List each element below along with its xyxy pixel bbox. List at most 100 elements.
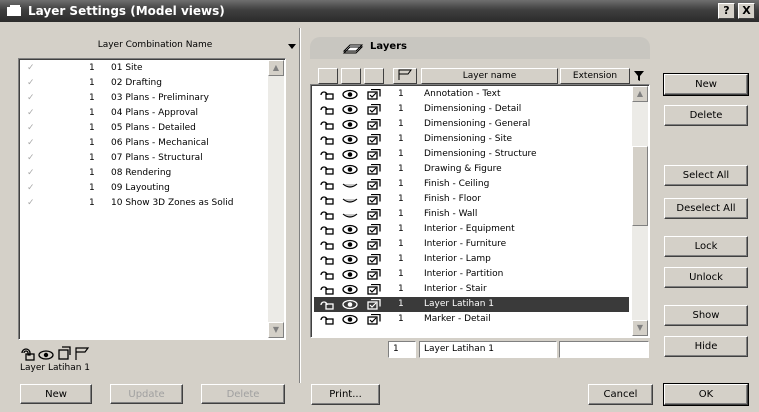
unlocked-icon[interactable] <box>320 224 336 235</box>
combination-row[interactable]: ✓ 1 10 Show 3D Zones as Solid <box>19 196 269 211</box>
layer-row[interactable]: 1 Interior - Stair <box>314 282 629 297</box>
combination-row[interactable]: ✓ 1 05 Plans - Detailed <box>19 121 269 136</box>
layer-row[interactable]: 1 Marker - Detail <box>314 312 629 327</box>
visible-eye-icon[interactable] <box>342 269 358 280</box>
solid-mode-icon[interactable] <box>366 314 382 325</box>
combination-row[interactable]: ✓ 1 07 Plans - Structural <box>19 151 269 166</box>
unlocked-icon[interactable] <box>320 164 336 175</box>
visible-eye-icon[interactable] <box>342 164 358 175</box>
layer-row[interactable]: 1 Annotation - Text <box>314 87 629 102</box>
layer-new-button[interactable]: New <box>663 73 749 96</box>
layer-row[interactable]: 1 Dimensioning - Site <box>314 132 629 147</box>
solid-mode-icon[interactable] <box>366 119 382 130</box>
layer-row[interactable]: 1 Finish - Floor <box>314 192 629 207</box>
visible-eye-icon[interactable] <box>342 224 358 235</box>
unlocked-icon[interactable] <box>320 299 336 310</box>
visible-eye-icon[interactable] <box>342 104 358 115</box>
unlocked-icon[interactable] <box>320 179 336 190</box>
extension-column-header[interactable]: Extension <box>560 68 630 84</box>
help-button[interactable]: ? <box>718 3 735 19</box>
visible-eye-icon[interactable] <box>342 134 358 145</box>
solid-mode-icon[interactable] <box>366 299 382 310</box>
visible-eye-icon[interactable] <box>342 149 358 160</box>
hidden-eye-icon[interactable] <box>342 194 358 205</box>
layer-row[interactable]: 1 Interior - Furniture <box>314 237 629 252</box>
combination-row[interactable]: ✓ 1 02 Drafting <box>19 76 269 91</box>
scroll-down-icon[interactable]: ▼ <box>268 322 284 338</box>
combination-row[interactable]: ✓ 1 08 Rendering <box>19 166 269 181</box>
solid-mode-icon[interactable] <box>366 104 382 115</box>
visible-eye-icon[interactable] <box>342 284 358 295</box>
layer-row[interactable]: 1 Dimensioning - General <box>314 117 629 132</box>
visibility-column-header[interactable] <box>341 68 361 84</box>
visible-eye-icon[interactable] <box>342 119 358 130</box>
scroll-down-icon[interactable]: ▼ <box>632 320 648 336</box>
edit-extension-field[interactable] <box>559 341 649 358</box>
layer-row[interactable]: 1 Drawing & Figure <box>314 162 629 177</box>
scroll-up-icon[interactable]: ▲ <box>632 86 648 102</box>
combination-row[interactable]: ✓ 1 06 Plans - Mechanical <box>19 136 269 151</box>
cancel-button[interactable]: Cancel <box>588 384 653 405</box>
solid-mode-icon[interactable] <box>366 194 382 205</box>
solid-mode-icon[interactable] <box>366 164 382 175</box>
visible-eye-icon[interactable] <box>342 299 358 310</box>
unlocked-icon[interactable] <box>320 119 336 130</box>
solid-mode-icon[interactable] <box>366 239 382 250</box>
unlocked-icon[interactable] <box>320 254 336 265</box>
scroll-up-icon[interactable]: ▲ <box>268 60 284 76</box>
show-button[interactable]: Show <box>664 305 748 326</box>
lock-column-header[interactable] <box>318 68 338 84</box>
edit-pen-field[interactable]: 1 <box>388 341 416 358</box>
layers-tab[interactable]: Layers <box>310 37 650 59</box>
combination-row[interactable]: ✓ 1 01 Site <box>19 61 269 76</box>
visible-eye-icon[interactable] <box>342 314 358 325</box>
select-all-button[interactable]: Select All <box>664 165 748 186</box>
layer-row[interactable]: 1 Finish - Wall <box>314 207 629 222</box>
visible-eye-icon[interactable] <box>342 239 358 250</box>
deselect-all-button[interactable]: Deselect All <box>664 198 748 219</box>
unlocked-icon[interactable] <box>320 284 336 295</box>
unlocked-icon[interactable] <box>320 149 336 160</box>
layer-row[interactable]: 1 Interior - Lamp <box>314 252 629 267</box>
layer-row[interactable]: 1 Interior - Partition <box>314 267 629 282</box>
unlocked-icon[interactable] <box>320 89 336 100</box>
layers-list[interactable]: ▲ ▼ 1 Annotation - Text 1 Dimensioning - De… <box>310 84 650 338</box>
close-button[interactable]: X <box>738 3 755 19</box>
unlocked-icon[interactable] <box>320 314 336 325</box>
edit-layer-name-field[interactable]: Layer Latihan 1 <box>419 341 557 358</box>
solid-mode-icon[interactable] <box>366 254 382 265</box>
layer-name-column-header[interactable]: Layer name <box>421 68 558 84</box>
unlocked-icon[interactable] <box>320 134 336 145</box>
ok-button[interactable]: OK <box>663 383 749 406</box>
combination-new-button[interactable]: New <box>20 384 92 404</box>
filter-icon[interactable] <box>634 71 644 81</box>
pen-column-header[interactable] <box>393 68 417 84</box>
solid-mode-icon[interactable] <box>366 269 382 280</box>
unlocked-icon[interactable] <box>320 209 336 220</box>
combination-row[interactable]: ✓ 1 09 Layouting <box>19 181 269 196</box>
layers-scrollbar[interactable]: ▲ ▼ <box>632 86 648 336</box>
layer-row[interactable]: 1 Dimensioning - Detail <box>314 102 629 117</box>
layer-row[interactable]: 1 Dimensioning - Structure <box>314 147 629 162</box>
solid-mode-icon[interactable] <box>366 134 382 145</box>
layer-row[interactable]: 1 Layer Latihan 1 <box>314 297 629 312</box>
lock-button[interactable]: Lock <box>664 236 748 257</box>
solid-mode-icon[interactable] <box>366 209 382 220</box>
combination-name-header[interactable]: Layer Combination Name <box>24 40 286 50</box>
print-button[interactable]: Print... <box>311 384 380 405</box>
solid-mode-icon[interactable] <box>366 284 382 295</box>
unlocked-icon[interactable] <box>320 239 336 250</box>
combination-row[interactable]: ✓ 1 04 Plans - Approval <box>19 106 269 121</box>
solid-mode-icon[interactable] <box>366 224 382 235</box>
layer-row[interactable]: 1 Interior - Equipment <box>314 222 629 237</box>
combination-list[interactable]: ▲ ▼ ✓ 1 01 Site ✓ 1 02 Drafting ✓ 1 03 Plans - P… <box>18 58 286 340</box>
unlocked-icon[interactable] <box>320 104 336 115</box>
hidden-eye-icon[interactable] <box>342 179 358 190</box>
hidden-eye-icon[interactable] <box>342 209 358 220</box>
solid-mode-icon[interactable] <box>366 149 382 160</box>
solid-mode-icon[interactable] <box>366 179 382 190</box>
solid-mode-icon[interactable] <box>366 89 382 100</box>
scroll-thumb[interactable] <box>632 146 648 226</box>
unlocked-icon[interactable] <box>320 269 336 280</box>
layer-row[interactable]: 1 Finish - Ceiling <box>314 177 629 192</box>
